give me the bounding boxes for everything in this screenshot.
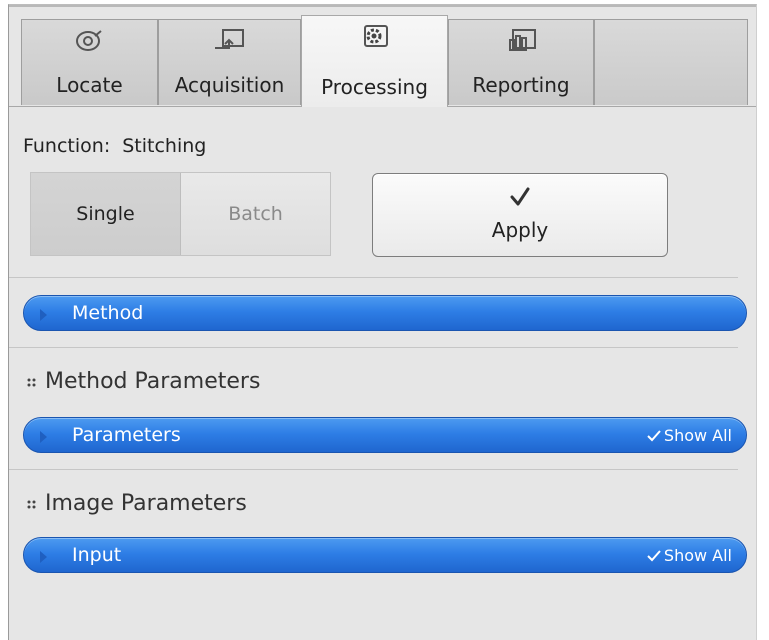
- method-parameters-header: Method Parameters: [27, 369, 260, 394]
- single-mode-button[interactable]: Single: [31, 173, 181, 255]
- expand-arrow-icon: [39, 307, 49, 326]
- tab-reporting[interactable]: Reporting: [448, 19, 594, 105]
- grip-icon: [27, 491, 37, 516]
- divider: [9, 469, 738, 470]
- locate-icon: [22, 26, 157, 60]
- function-value: Stitching: [122, 135, 207, 157]
- mode-toggle-group: Single Batch: [30, 172, 331, 256]
- top-border: [9, 5, 756, 7]
- tab-label: Processing: [321, 75, 428, 99]
- batch-mode-button[interactable]: Batch: [181, 173, 330, 255]
- function-label: Function:: [23, 135, 111, 157]
- apply-button[interactable]: Apply: [372, 173, 668, 257]
- grip-icon: [27, 369, 37, 394]
- reporting-chart-icon: [449, 26, 593, 60]
- tab-bar: Locate Acquisition Processing Reporting: [9, 15, 756, 107]
- method-parameters-title: Method Parameters: [45, 369, 261, 394]
- tab-label: Locate: [56, 73, 123, 97]
- expand-arrow-icon: [39, 549, 49, 568]
- image-parameters-title: Image Parameters: [45, 491, 247, 516]
- checkmark-icon: [647, 549, 661, 561]
- divider: [9, 347, 738, 348]
- method-label: Method: [72, 302, 144, 324]
- parameters-label: Parameters: [72, 424, 181, 446]
- input-section-bar[interactable]: Input Show All: [23, 537, 747, 573]
- checkmark-icon: [373, 186, 667, 208]
- acquisition-icon: [159, 26, 300, 60]
- processing-gear-icon: [302, 22, 447, 56]
- tab-label: Reporting: [472, 73, 570, 97]
- show-all-toggle[interactable]: Show All: [647, 546, 732, 565]
- tab-locate[interactable]: Locate: [21, 19, 158, 105]
- processing-panel: Locate Acquisition Processing Reporting …: [8, 4, 757, 640]
- checkmark-icon: [647, 429, 661, 441]
- input-label: Input: [72, 544, 122, 566]
- show-all-label: Show All: [663, 426, 732, 445]
- tab-bar-filler: [594, 19, 748, 105]
- image-parameters-header: Image Parameters: [27, 491, 247, 516]
- tab-label: Acquisition: [174, 73, 285, 97]
- show-all-label: Show All: [663, 546, 732, 565]
- divider: [9, 277, 738, 278]
- show-all-toggle[interactable]: Show All: [647, 426, 732, 445]
- method-section-bar[interactable]: Method: [23, 295, 747, 331]
- function-row: Function: Stitching: [23, 135, 206, 157]
- apply-label: Apply: [491, 218, 549, 242]
- parameters-section-bar[interactable]: Parameters Show All: [23, 417, 747, 453]
- tab-acquisition[interactable]: Acquisition: [158, 19, 301, 105]
- tab-processing[interactable]: Processing: [301, 15, 448, 107]
- expand-arrow-icon: [39, 429, 49, 448]
